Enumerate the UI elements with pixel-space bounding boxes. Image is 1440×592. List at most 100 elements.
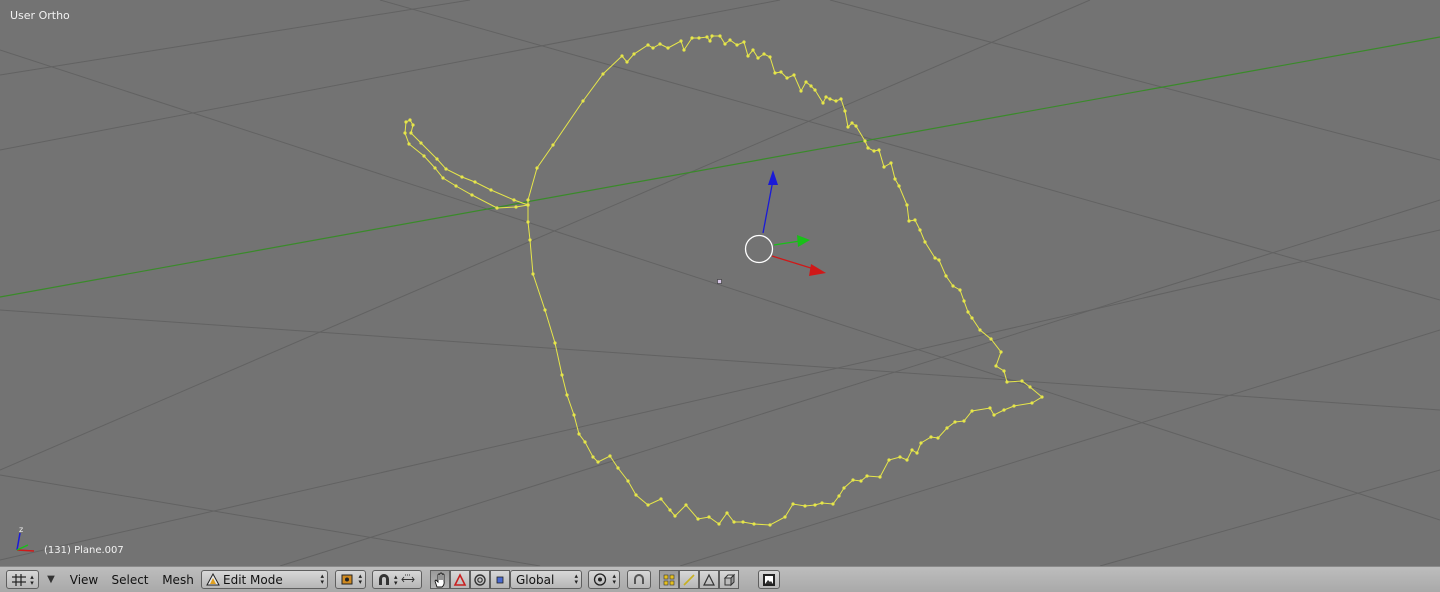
mesh-vertex[interactable] [843,109,847,113]
mesh-vertex[interactable] [408,118,412,122]
mesh-vertex[interactable] [929,435,933,439]
mesh-vertex[interactable] [821,101,825,105]
mesh-vertex[interactable] [850,121,854,125]
y-arrow[interactable] [797,235,810,247]
mesh-vertex[interactable] [846,125,850,129]
mesh-vertex[interactable] [528,238,532,242]
mesh-vertex[interactable] [994,364,998,368]
mesh-vertex[interactable] [1020,379,1024,383]
mesh-vertex[interactable] [470,193,474,197]
mesh-vertex[interactable] [813,88,817,92]
mesh-vertex[interactable] [854,124,858,128]
z-arrow[interactable] [768,170,778,185]
mesh-vertex[interactable] [951,284,955,288]
mesh-vertex[interactable] [828,97,832,101]
mesh-vertex[interactable] [407,142,411,146]
opengl-render-button[interactable] [758,570,780,589]
mesh-vertex[interactable] [953,420,957,424]
mesh-vertex[interactable] [783,515,787,519]
mesh-vertex[interactable] [409,131,413,135]
mesh-vertex[interactable] [768,55,772,59]
mesh-vertex[interactable] [1030,401,1034,405]
mesh-vertex[interactable] [809,84,813,88]
mesh-vertex[interactable] [889,161,893,165]
mesh-vertex[interactable] [839,97,843,101]
mesh-vertex[interactable] [966,310,970,314]
mesh-vertex[interactable] [705,35,709,39]
mesh-vertex[interactable] [697,36,701,40]
mesh-vertex[interactable] [962,299,966,303]
mesh-vertex[interactable] [989,337,993,341]
snap-button[interactable] [627,570,651,589]
mesh-vertex[interactable] [723,42,727,46]
mesh-vertex[interactable] [526,220,530,224]
mesh-vertex[interactable] [792,73,796,77]
face-select-mode-button[interactable] [699,570,719,589]
mesh-vertex[interactable] [419,141,423,145]
mesh-vertex[interactable] [728,38,732,42]
mesh-vertex[interactable] [634,493,638,497]
mesh-vertex[interactable] [824,95,828,99]
mesh-vertex[interactable] [803,504,807,508]
mesh-vertex[interactable] [616,466,620,470]
mesh-vertex[interactable] [535,166,539,170]
mesh-vertex[interactable] [1028,385,1032,389]
mesh-vertex[interactable] [958,288,962,292]
mesh-vertex[interactable] [651,46,655,50]
mesh-vertex[interactable] [863,139,867,143]
mesh-vertex[interactable] [877,148,881,152]
mesh-vertex[interactable] [988,406,992,410]
mesh-vertex[interactable] [905,203,909,207]
mesh-vertex[interactable] [411,123,415,127]
mesh-vertex[interactable] [742,40,746,44]
mesh-vertex[interactable] [910,448,914,452]
mesh-vertex[interactable] [444,167,448,171]
mesh-vertex[interactable] [543,308,547,312]
mesh-vertex[interactable] [834,99,838,103]
mesh-vertex[interactable] [887,458,891,462]
mesh-vertex[interactable] [1012,404,1016,408]
mesh-vertex[interactable] [596,460,600,464]
mesh-vertex[interactable] [679,39,683,43]
mesh-vertex[interactable] [878,475,882,479]
mesh-vertex[interactable] [898,455,902,459]
mesh-vertex[interactable] [708,39,712,43]
magnet-icon[interactable] [376,572,392,587]
mesh-vertex[interactable] [741,520,745,524]
mesh-vertex[interactable] [531,272,535,276]
mesh-vertex[interactable] [735,43,739,47]
mesh-vertex[interactable] [919,441,923,445]
mesh-vertex[interactable] [799,89,803,93]
mesh-vertex[interactable] [882,165,886,169]
mesh-vertex[interactable] [1002,369,1006,373]
mesh-vertex[interactable] [915,451,919,455]
transform-manipulator[interactable] [744,170,827,276]
mesh-vertex[interactable] [591,455,595,459]
manipulator-extra-button[interactable] [490,570,510,589]
mesh-vertex[interactable] [658,42,662,46]
mesh-vertex[interactable] [992,413,996,417]
mesh-vertex[interactable] [668,508,672,512]
manipulator-rotate-button[interactable] [450,570,470,589]
menu-mesh[interactable]: Mesh [159,572,197,588]
mesh-vertex[interactable] [473,180,477,184]
mesh-vertex[interactable] [710,34,714,38]
mesh-vertex[interactable] [690,36,694,40]
mesh-vertex[interactable] [751,48,755,52]
mesh-vertex[interactable] [696,517,700,521]
mesh-vertex[interactable] [673,514,677,518]
mesh-vertex[interactable] [865,474,869,478]
mesh-vertex[interactable] [403,131,407,135]
mesh-vertex[interactable] [804,80,808,84]
mesh-vertex[interactable] [565,393,569,397]
mesh-vertex[interactable] [762,52,766,56]
mesh-vertex[interactable] [422,154,426,158]
mesh-vertex[interactable] [785,76,789,80]
mesh-vertex[interactable] [872,149,876,153]
manipulator-circle[interactable] [744,234,774,264]
mesh-vertex[interactable] [820,501,824,505]
manipulator-translate-button[interactable] [430,570,450,589]
mesh-vertex[interactable] [620,54,624,58]
mesh-vertex[interactable] [1002,408,1006,412]
mesh-vertex[interactable] [435,157,439,161]
